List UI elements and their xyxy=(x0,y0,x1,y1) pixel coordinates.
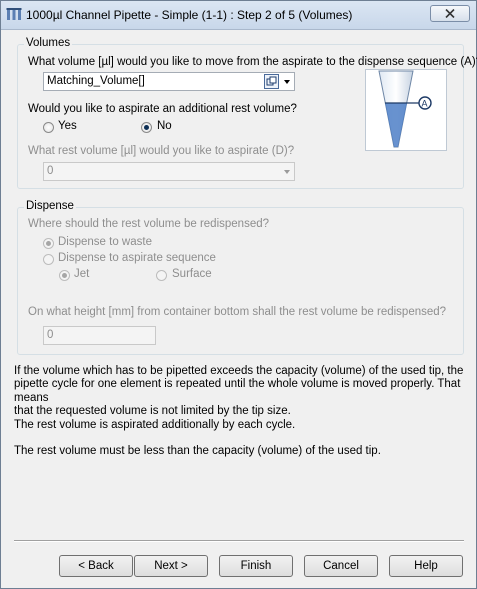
redispense-question-label: Where should the rest volume be redispen… xyxy=(28,218,270,230)
window-title: 1000µl Channel Pipette - Simple (1-1) : … xyxy=(26,8,353,22)
volumes-group-title: Volumes xyxy=(24,37,73,49)
info-line-1: If the volume which has to be pipetted e… xyxy=(14,365,464,377)
volume-question-label: What volume [µl] would you like to move … xyxy=(28,56,477,68)
volume-combobox[interactable]: Matching_Volume[] xyxy=(43,72,295,91)
jet-radio[interactable] xyxy=(59,270,70,281)
volume-combobox-value: Matching_Volume[] xyxy=(47,75,145,87)
rest-volume-combobox[interactable]: 0 xyxy=(43,162,295,181)
dispense-to-waste-label[interactable]: Dispense to waste xyxy=(58,236,152,248)
jet-label[interactable]: Jet xyxy=(74,268,89,280)
info-line-2: pipette cycle for one element is repeate… xyxy=(14,378,461,404)
diagram-marker-label: A xyxy=(422,99,428,109)
dispense-to-aspirate-label[interactable]: Dispense to aspirate sequence xyxy=(58,252,216,264)
pipette-tip-diagram: A xyxy=(365,69,447,151)
rest-volume-amount-label: What rest volume [µl] would you like to … xyxy=(28,145,295,157)
help-button[interactable]: Help xyxy=(389,555,463,577)
info-line-4: The rest volume is aspirated additionall… xyxy=(14,418,296,431)
chevron-down-icon[interactable] xyxy=(284,170,290,174)
yes-radio[interactable] xyxy=(43,122,54,133)
dispense-group-title: Dispense xyxy=(24,200,76,212)
dispense-group: Dispense Where should the rest volume be… xyxy=(17,200,464,355)
yes-radio-label[interactable]: Yes xyxy=(58,120,77,132)
surface-label[interactable]: Surface xyxy=(172,268,212,280)
rest-volume-question-label: Would you like to aspirate an additional… xyxy=(28,103,297,115)
dialog-client-area: Volumes What volume [µl] would you like … xyxy=(6,30,477,583)
info-text: If the volume which has to be pipetted e… xyxy=(14,365,464,471)
no-radio-label[interactable]: No xyxy=(157,120,172,132)
dispense-to-waste-radio[interactable] xyxy=(43,238,54,249)
chevron-down-icon[interactable] xyxy=(284,80,290,84)
pipette-app-icon xyxy=(6,8,22,20)
height-question-label: On what height [mm] from container botto… xyxy=(28,306,447,318)
info-line-3: that the requested volume is not limited… xyxy=(14,405,291,418)
dispense-to-aspirate-radio[interactable] xyxy=(43,254,54,265)
surface-radio[interactable] xyxy=(156,270,167,281)
next-button[interactable]: Next > xyxy=(134,555,208,577)
no-radio[interactable] xyxy=(141,122,152,133)
variable-picker-icon[interactable] xyxy=(264,74,279,89)
info-line-5: The rest volume must be less than the ca… xyxy=(14,445,381,458)
close-button[interactable] xyxy=(430,5,470,22)
title-bar: 1000µl Channel Pipette - Simple (1-1) : … xyxy=(1,1,476,30)
finish-button[interactable]: Finish xyxy=(219,555,293,577)
close-icon xyxy=(445,9,455,18)
volumes-group: Volumes What volume [µl] would you like … xyxy=(17,37,477,189)
height-input[interactable]: 0 xyxy=(43,326,156,345)
height-input-value: 0 xyxy=(47,329,54,341)
cancel-button[interactable]: Cancel xyxy=(304,555,378,577)
button-separator xyxy=(14,540,464,542)
back-button[interactable]: < Back xyxy=(59,555,133,577)
rest-volume-value: 0 xyxy=(47,165,54,177)
dialog-window: 1000µl Channel Pipette - Simple (1-1) : … xyxy=(0,0,477,589)
